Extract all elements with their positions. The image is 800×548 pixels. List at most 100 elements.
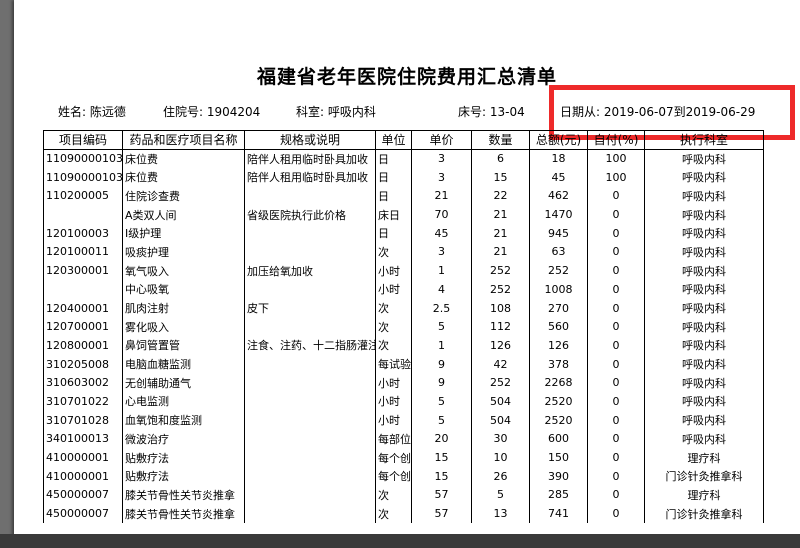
cell-name: 膝关节骨性关节炎推拿 xyxy=(122,504,245,523)
cell-selfpay: 0 xyxy=(587,373,645,393)
cell-spec xyxy=(244,280,376,299)
cell-code: 120100011 xyxy=(43,242,123,262)
cell-name: 电脑血糖监测 xyxy=(122,354,245,374)
cell-price: 5 xyxy=(411,410,472,430)
cell-code xyxy=(43,280,123,299)
col-header-unit: 单位 xyxy=(375,130,412,150)
cell-spec: 注食、注药、十二指肠灌注 xyxy=(244,336,376,355)
department: 科室: 呼吸内科 xyxy=(296,103,376,120)
cell-selfpay: 0 xyxy=(587,466,645,486)
cell-unit: 次 xyxy=(375,504,412,523)
col-header-spec: 规格或说明 xyxy=(244,130,376,150)
cell-price: 3 xyxy=(411,167,472,187)
cell-code: 120400001 xyxy=(43,298,123,318)
cell-price: 70 xyxy=(411,205,472,224)
cell-dept: 理疗科 xyxy=(644,485,764,505)
cell-qty: 21 xyxy=(471,223,530,243)
table-row: 120100003 Ⅰ级护理 日 45 21 945 0 呼吸内科 xyxy=(43,223,764,243)
cell-code: 120800001 xyxy=(43,336,123,355)
cell-name: 氧气吸入 xyxy=(122,261,245,280)
cell-unit: 小时 xyxy=(375,392,412,411)
cell-unit: 次 xyxy=(375,242,412,262)
col-header-dept: 执行科室 xyxy=(644,130,764,150)
table-row: 110200005 住院诊查费 日 21 22 462 0 呼吸内科 xyxy=(43,186,764,206)
table-row: 11090000103 床位费 陪伴人租用临时卧具加收日 3 15 45 100 呼吸内科 xyxy=(43,167,764,187)
inpatient-label: 住院号: xyxy=(163,105,204,119)
cell-code: 120300001 xyxy=(43,261,123,280)
cell-dept: 呼吸内科 xyxy=(644,392,764,411)
cell-unit: 次 xyxy=(375,317,412,337)
cell-dept: 呼吸内科 xyxy=(644,167,764,187)
cell-name: 肌肉注射 xyxy=(122,298,245,318)
cell-price: 20 xyxy=(411,429,472,449)
cell-selfpay: 0 xyxy=(587,298,645,318)
cell-dept: 门诊针灸推拿科 xyxy=(644,504,764,523)
cell-qty: 6 xyxy=(471,149,530,168)
cell-unit: 次 xyxy=(375,485,412,505)
cell-price: 57 xyxy=(411,485,472,505)
cell-unit: 每个创 xyxy=(375,448,412,467)
cell-total: 2520 xyxy=(529,392,588,411)
cell-code xyxy=(43,205,123,224)
cell-unit: 每试验 xyxy=(375,354,412,374)
cell-selfpay: 0 xyxy=(587,317,645,337)
cell-price: 9 xyxy=(411,354,472,374)
cell-code: 120100003 xyxy=(43,223,123,243)
cell-name: 中心吸氧 xyxy=(122,280,245,299)
cell-dept: 呼吸内科 xyxy=(644,280,764,299)
cell-code: 11090000103 xyxy=(43,149,123,168)
cell-total: 1008 xyxy=(529,280,588,299)
cell-total: 1470 xyxy=(529,205,588,224)
cell-unit: 小时 xyxy=(375,280,412,299)
cell-price: 45 xyxy=(411,223,472,243)
cell-spec: 陪伴人租用临时卧具加收 xyxy=(244,149,376,168)
inpatient-value: 1904204 xyxy=(206,105,261,119)
cell-dept: 呼吸内科 xyxy=(644,186,764,206)
col-header-total: 总额(元) xyxy=(529,130,588,150)
cell-unit: 小时 xyxy=(375,261,412,280)
cell-unit: 次 xyxy=(375,298,412,318)
cell-unit: 每部位 xyxy=(375,429,412,449)
cell-total: 600 xyxy=(529,429,588,449)
cell-unit: 日 xyxy=(375,223,412,243)
cell-dept: 理疗科 xyxy=(644,448,764,467)
cell-code: 120700001 xyxy=(43,317,123,337)
cell-total: 390 xyxy=(529,466,588,486)
cell-spec xyxy=(244,485,376,505)
table-header-row: 项目编码 药品和医疗项目名称 规格或说明 单位 单价 数量 总额(元) 自付(%) 执行科室 xyxy=(43,130,764,150)
cell-qty: 30 xyxy=(471,429,530,449)
cell-code: 110200005 xyxy=(43,186,123,206)
cell-dept: 呼吸内科 xyxy=(644,429,764,449)
cell-price: 9 xyxy=(411,373,472,393)
cell-selfpay: 100 xyxy=(587,167,645,187)
cell-name: 鼻饲管置管 xyxy=(122,336,245,355)
cell-qty: 21 xyxy=(471,205,530,224)
table-row: 410000001 贴敷疗法 每个创 15 26 390 0 门诊针灸推拿科 xyxy=(43,466,764,486)
cell-qty: 26 xyxy=(471,466,530,486)
cell-spec: 陪伴人租用临时卧具加收 xyxy=(244,167,376,187)
cell-qty: 252 xyxy=(471,261,530,280)
bed-number: 床号: 13-04 xyxy=(458,103,525,120)
cell-unit: 床日 xyxy=(375,205,412,224)
table-body: 11090000103 床位费 陪伴人租用临时卧具加收日 3 6 18 100 呼吸内科 110… xyxy=(43,149,764,523)
inpatient-number: 住院号: 1904204 xyxy=(163,103,260,120)
cell-selfpay: 100 xyxy=(587,149,645,168)
cell-price: 1 xyxy=(411,261,472,280)
cell-price: 21 xyxy=(411,186,472,206)
cell-selfpay: 0 xyxy=(587,205,645,224)
cell-unit: 每个创 xyxy=(375,466,412,486)
col-header-qty: 数量 xyxy=(471,130,530,150)
cell-spec xyxy=(244,410,376,430)
cell-total: 252 xyxy=(529,261,588,280)
cell-spec xyxy=(244,429,376,449)
cell-dept: 门诊针灸推拿科 xyxy=(644,466,764,486)
cell-selfpay: 0 xyxy=(587,336,645,355)
cell-name: 贴敷疗法 xyxy=(122,448,245,467)
table-row: 340100013 微波治疗 每部位 20 30 600 0 呼吸内科 xyxy=(43,429,764,449)
cell-spec xyxy=(244,466,376,486)
table-row: 120100011 吸痰护理 次 3 21 63 0 呼吸内科 xyxy=(43,242,764,262)
cell-spec: 皮下 xyxy=(244,298,376,318)
cell-total: 45 xyxy=(529,167,588,187)
cell-unit: 小时 xyxy=(375,410,412,430)
cell-qty: 108 xyxy=(471,298,530,318)
